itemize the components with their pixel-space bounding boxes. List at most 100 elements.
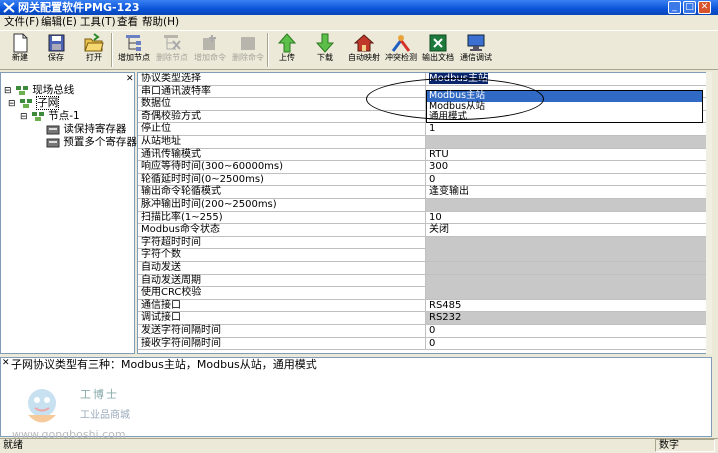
property-value[interactable]: 关闭: [425, 224, 711, 237]
property-name: 字符个数: [141, 249, 181, 261]
grid-row[interactable]: 调试接口 RS232: [138, 312, 711, 325]
grid-row[interactable]: 接收字符间隔时间 0: [138, 337, 711, 351]
property-value: [425, 287, 711, 300]
grid-row[interactable]: 从站地址: [138, 136, 711, 149]
property-value-text: 0: [429, 325, 436, 336]
menu-tools[interactable]: 工具(T): [80, 16, 116, 29]
grid-row[interactable]: 通信接口 RS485: [138, 299, 711, 313]
delete-node-icon: [164, 35, 181, 50]
close-icon[interactable]: ✕: [2, 358, 10, 368]
property-name: 扫描比率(1~255): [141, 211, 223, 223]
grid-row[interactable]: 响应等待时间(300~60000ms) 300: [138, 161, 711, 174]
property-value: [425, 274, 711, 287]
property-value[interactable]: 300: [425, 161, 711, 174]
grid-row[interactable]: 字符超时时间: [138, 236, 711, 250]
command-icon: [46, 138, 60, 147]
grid-row[interactable]: 通讯传输模式 RTU: [138, 148, 711, 162]
watermark-brand: 工博士: [80, 388, 119, 401]
property-value-text: 0: [429, 173, 436, 185]
property-value-text: 1: [429, 123, 436, 135]
property-name: 接收字符间隔时间: [141, 337, 221, 349]
grid-row[interactable]: 扫描比率(1~255) 10: [138, 211, 711, 225]
maximize-button[interactable]: □: [683, 1, 696, 14]
property-value[interactable]: RTU: [425, 148, 711, 161]
property-name: 自动发送周期: [141, 274, 201, 286]
property-value-text: RS485: [429, 299, 462, 311]
property-value[interactable]: 0: [425, 325, 711, 337]
property-value[interactable]: RS485: [425, 299, 711, 312]
property-value-text: 关闭: [429, 224, 449, 236]
property-value[interactable]: 1: [425, 123, 711, 136]
description-text: 子网协议类型有三种：Modbus主站，Modbus从站，通用模式: [11, 358, 317, 371]
grid-row[interactable]: 输出命令轮循模式 逢变输出: [138, 186, 711, 199]
property-value: [425, 136, 711, 148]
collapse-icon[interactable]: ⊟: [4, 86, 12, 96]
property-value[interactable]: 0: [425, 173, 711, 186]
property-value: RS232: [425, 312, 711, 325]
status-text: 就绪: [3, 440, 23, 451]
network-icon: [19, 98, 32, 108]
close-button[interactable]: ✕: [698, 1, 711, 14]
grid-row[interactable]: 字符个数: [138, 249, 711, 262]
property-value: [425, 249, 711, 262]
property-name: 自动发送: [141, 262, 181, 273]
watermark-subtitle: 工业品商城: [80, 410, 130, 421]
property-name: 响应等待时间(300~60000ms): [141, 161, 284, 173]
property-name: 从站地址: [141, 136, 181, 147]
property-name: 轮循延时时间(0~2500ms): [141, 173, 264, 185]
property-name: Modbus命令状态: [141, 224, 220, 236]
property-value[interactable]: 10: [425, 211, 711, 224]
grid-row[interactable]: 自动发送周期: [138, 274, 711, 288]
tree-item-subnet[interactable]: ⊟ 子网: [8, 96, 60, 110]
conflict-tools-icon: [391, 35, 411, 52]
menu-edit[interactable]: 编辑(E): [41, 16, 77, 29]
tree-item-node[interactable]: ⊟ 节点-1: [20, 110, 80, 123]
grid-row[interactable]: Modbus命令状态 关闭: [138, 224, 711, 237]
property-name: 串口通讯波特率: [141, 85, 211, 97]
property-value-text: 10: [429, 211, 442, 223]
property-name: 字符超时时间: [141, 236, 201, 248]
tree-item-command[interactable]: 预置多个寄存器: [46, 136, 137, 149]
property-name: 通信接口: [141, 299, 181, 311]
grid-row[interactable]: 发送字符间隔时间 0: [138, 325, 711, 338]
property-name: 脉冲输出时间(200~2500ms): [141, 199, 277, 210]
excel-doc-icon: [429, 34, 447, 52]
tree-item-command[interactable]: 读保持寄存器: [46, 123, 126, 136]
property-value[interactable]: 逢变输出: [425, 186, 711, 199]
grid-row[interactable]: 轮循延时时间(0~2500ms) 0: [138, 173, 711, 187]
property-value[interactable]: 0: [425, 337, 711, 350]
status-bar: [0, 438, 718, 453]
num-lock-indicator: 数字: [659, 440, 679, 451]
menu-help[interactable]: 帮助(H): [142, 16, 179, 29]
menu-view[interactable]: 查看: [117, 16, 138, 29]
window-title: 网关配置软件PMG-123: [18, 1, 140, 14]
new-file-icon: [13, 33, 28, 53]
property-value-text: 逢变输出: [429, 186, 469, 198]
property-name: 数据位: [141, 98, 171, 110]
property-name: 奇偶校验方式: [141, 110, 201, 122]
network-icon: [15, 85, 28, 95]
grid-row[interactable]: 停止位 1: [138, 123, 711, 136]
property-name: 发送字符间隔时间: [141, 325, 221, 336]
comm-debug-button[interactable]: 通信调试: [456, 32, 496, 68]
house-icon: [354, 34, 374, 52]
minimize-button[interactable]: _: [668, 1, 681, 14]
add-node-icon: [126, 35, 141, 51]
add-command-icon: [203, 35, 216, 50]
delete-command-icon: [241, 37, 255, 50]
grid-row[interactable]: 脉冲输出时间(200~2500ms): [138, 199, 711, 212]
grid-row[interactable]: 自动发送: [138, 262, 711, 275]
property-name: 协议类型选择: [141, 73, 201, 84]
app-icon: [3, 2, 15, 13]
collapse-icon[interactable]: ⊟: [8, 99, 16, 109]
property-name: 停止位: [141, 123, 171, 135]
menu-file[interactable]: 文件(F): [4, 16, 39, 29]
property-name: 使用CRC校验: [141, 287, 202, 299]
property-value: [425, 199, 711, 211]
grid-row[interactable]: 使用CRC校验: [138, 287, 711, 300]
close-icon[interactable]: ✕: [126, 74, 134, 84]
property-value-text: 0: [429, 337, 436, 349]
grid-scrollbar[interactable]: [706, 72, 712, 354]
collapse-icon[interactable]: ⊟: [20, 112, 28, 122]
save-icon: [48, 34, 65, 52]
